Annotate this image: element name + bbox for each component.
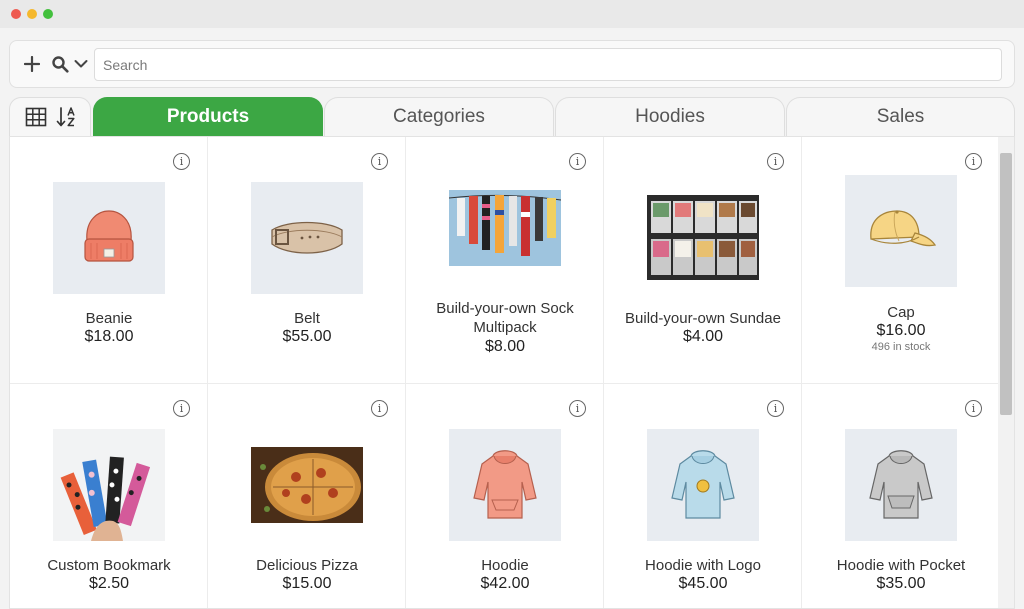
info-icon[interactable]: i — [767, 400, 784, 417]
bookmarks-photo — [53, 429, 165, 541]
product-name: Belt — [294, 310, 320, 327]
info-icon[interactable]: i — [965, 400, 982, 417]
product-tile-pizza[interactable]: i Delicious Pizza $15.00 — [208, 384, 406, 608]
grid-view-icon[interactable] — [25, 107, 47, 127]
beanie-image — [53, 182, 165, 294]
scrollbar-thumb[interactable] — [1000, 153, 1012, 415]
product-name: Delicious Pizza — [256, 557, 358, 574]
close-window-button[interactable] — [11, 9, 21, 19]
hoodie-image — [449, 429, 561, 541]
product-tile-hoodie-pocket[interactable]: i Hoodie with Pocket $35.00 — [802, 384, 1000, 608]
product-name: Hoodie with Pocket — [836, 557, 966, 574]
tab-sales[interactable]: Sales — [786, 97, 1015, 136]
pizza-photo — [251, 447, 363, 523]
socks-photo — [449, 190, 561, 266]
chevron-down-icon[interactable] — [72, 55, 90, 73]
view-tools — [9, 97, 91, 136]
product-tile-hoodie[interactable]: i Hoodie $42.00 — [406, 384, 604, 608]
product-tile-bookmark[interactable]: i Custom Bookmark $2.50 — [10, 384, 208, 608]
product-name: Build-your-own Sundae — [625, 310, 781, 327]
info-icon[interactable]: i — [173, 153, 190, 170]
product-name: Build-your-own Sock Multipack — [436, 300, 574, 336]
hoodie-logo-image — [647, 429, 759, 541]
product-tile-sundae[interactable]: i Build-your-own Sundae $4.00 — [604, 137, 802, 384]
search-toolbar — [9, 40, 1015, 88]
pos-app: Products Categories Hoodies Sales i Bean… — [0, 28, 1024, 609]
product-price: $2.50 — [88, 575, 130, 592]
sort-a-z-icon[interactable] — [55, 105, 79, 129]
tab-hoodies[interactable]: Hoodies — [555, 97, 785, 136]
product-name: Hoodie — [481, 557, 529, 574]
product-price: $35.00 — [876, 575, 926, 592]
plus-icon[interactable] — [22, 54, 42, 74]
product-tile-belt[interactable]: i Belt $55.00 — [208, 137, 406, 384]
info-icon[interactable]: i — [371, 153, 388, 170]
magnifier-icon[interactable] — [50, 54, 70, 74]
info-icon[interactable]: i — [965, 153, 982, 170]
product-price: $8.00 — [484, 338, 526, 355]
info-icon[interactable]: i — [173, 400, 190, 417]
product-name: Hoodie with Logo — [645, 557, 761, 574]
search-input[interactable] — [94, 48, 1002, 81]
info-icon[interactable]: i — [569, 400, 586, 417]
product-name: Beanie — [85, 310, 133, 327]
product-tile-sock-multipack[interactable]: i Build-your-own Sock Multipack $8.00 — [406, 137, 604, 384]
product-price: $16.00 — [876, 322, 926, 339]
product-price: $55.00 — [282, 328, 332, 345]
stock-count: 496 in stock — [871, 341, 931, 353]
maximize-window-button[interactable] — [43, 9, 53, 19]
tab-products[interactable]: Products — [93, 97, 323, 136]
product-price: $42.00 — [480, 575, 530, 592]
product-tile-beanie[interactable]: i Beanie $18.00 — [10, 137, 208, 384]
product-tile-cap[interactable]: i Cap $16.00 496 in stock — [802, 137, 1000, 384]
info-icon[interactable]: i — [767, 153, 784, 170]
product-price: $45.00 — [678, 575, 728, 592]
product-price: $18.00 — [84, 328, 134, 345]
hoodie-pocket-image — [845, 429, 957, 541]
tab-bar: Products Categories Hoodies Sales — [9, 97, 1015, 136]
ice-cream-photo — [647, 195, 759, 280]
vertical-scrollbar[interactable] — [998, 137, 1014, 608]
window-titlebar — [0, 0, 1024, 28]
product-grid: i Beanie $18.00 i Belt $55.00 i Build-yo… — [9, 136, 1015, 609]
product-name: Custom Bookmark — [47, 557, 171, 574]
product-price: $15.00 — [282, 575, 332, 592]
product-price: $4.00 — [682, 328, 724, 345]
belt-image — [251, 182, 363, 294]
info-icon[interactable]: i — [371, 400, 388, 417]
cap-image — [845, 175, 957, 287]
minimize-window-button[interactable] — [27, 9, 37, 19]
product-tile-hoodie-logo[interactable]: i Hoodie with Logo $45.00 — [604, 384, 802, 608]
product-name: Cap — [887, 304, 915, 321]
tab-categories[interactable]: Categories — [324, 97, 554, 136]
info-icon[interactable]: i — [569, 153, 586, 170]
